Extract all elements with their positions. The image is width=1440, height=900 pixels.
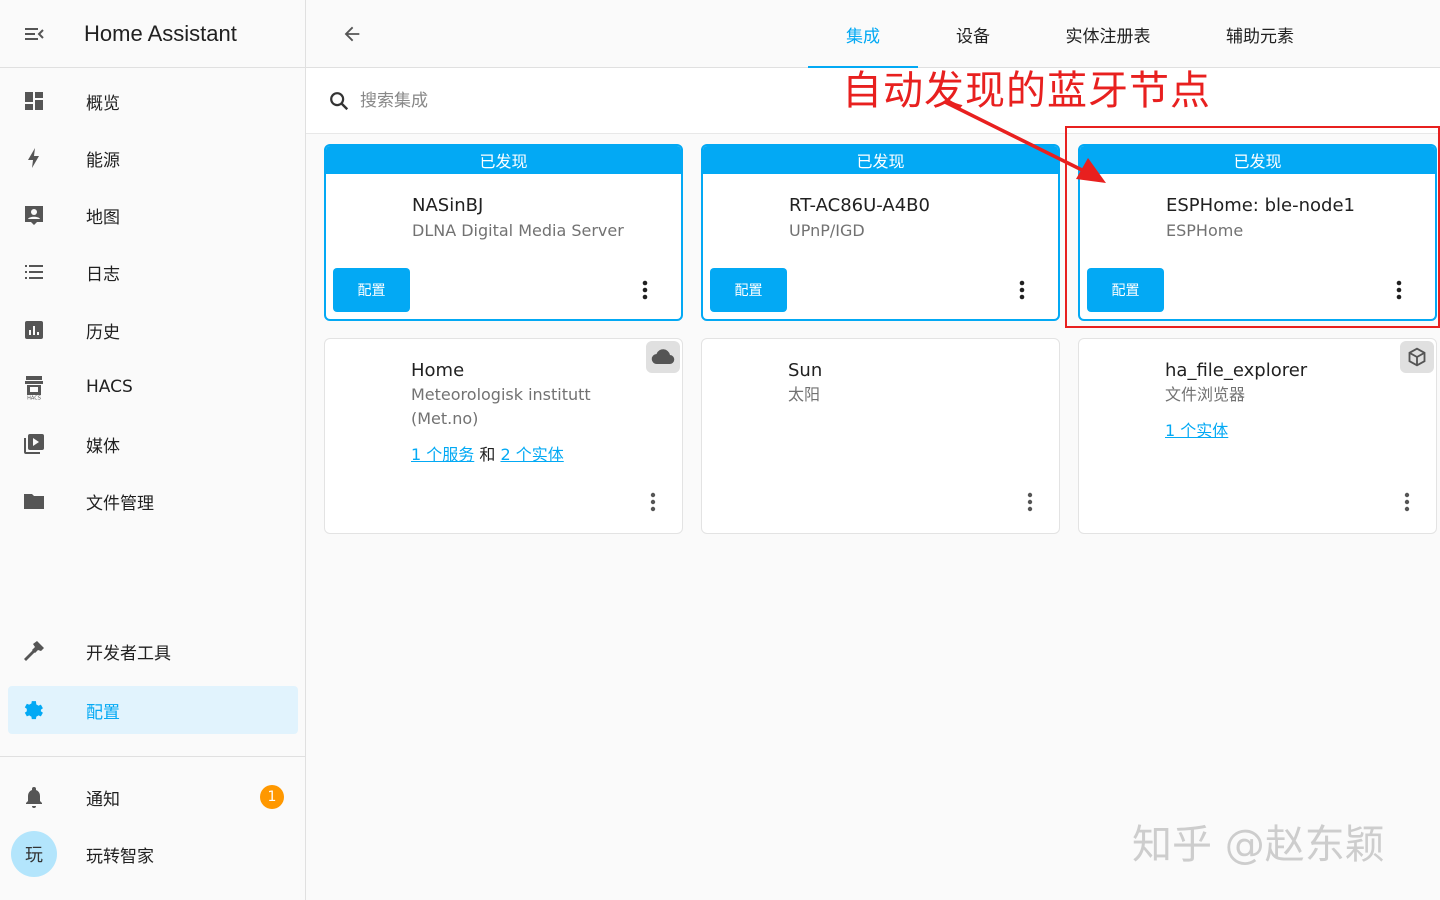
- package-icon: [1408, 347, 1426, 367]
- annotation-label: 自动发现的蓝牙节点: [842, 68, 1211, 114]
- card-subtitle: 文件浏览器: [1165, 385, 1246, 404]
- notification-count-badge: 1: [260, 785, 284, 809]
- sidebar-item-notifications[interactable]: 通知 1: [8, 773, 298, 821]
- sidebar-item-energy[interactable]: 能源: [8, 134, 298, 182]
- lightning-icon: [28, 148, 39, 168]
- map-account-icon: [25, 206, 43, 225]
- sidebar-item-label: HACS: [86, 377, 133, 397]
- sidebar-item-user[interactable]: 玩 玩转智家: [8, 830, 298, 878]
- card-subtitle: Meteorologisk institutt (Met.no): [411, 385, 591, 428]
- sidebar-divider: [0, 756, 305, 757]
- sidebar-item-map[interactable]: 地图: [8, 191, 298, 239]
- sidebar-item-label: 地图: [86, 207, 120, 228]
- discovered-card-router: 已发现 RT-AC86U-A4B0 UPnP/IGD 配置: [701, 144, 1060, 321]
- chart-box-icon: [25, 321, 43, 339]
- menu-collapse-icon: [25, 27, 44, 40]
- overflow-menu-button[interactable]: [1010, 278, 1034, 302]
- tab-label: 集成: [846, 26, 880, 47]
- dots-vertical-icon: [650, 492, 656, 512]
- tab-label: 辅助元素: [1226, 26, 1294, 47]
- card-links: 1 个实体: [1165, 417, 1228, 441]
- entities-link[interactable]: 1 个实体: [1165, 421, 1228, 440]
- hammer-icon: [24, 641, 44, 661]
- sidebar-item-label: 通知: [86, 789, 120, 810]
- arrow-left-icon: [344, 26, 360, 42]
- entities-link[interactable]: 2 个实体: [500, 445, 563, 464]
- sidebar-item-configuration[interactable]: 配置: [8, 686, 298, 734]
- menu-toggle-button[interactable]: [0, 0, 68, 68]
- card-title: Sun: [788, 360, 823, 381]
- sidebar-item-label: 开发者工具: [86, 643, 171, 664]
- card-title: Home: [411, 360, 465, 381]
- configure-button[interactable]: 配置: [333, 268, 410, 312]
- sidebar-item-label: 历史: [86, 322, 120, 343]
- user-name: 玩转智家: [86, 846, 154, 867]
- app-title: Home Assistant: [84, 20, 237, 46]
- sidebar-header: Home Assistant: [0, 0, 305, 68]
- annotation-highlight-box: [1065, 126, 1440, 328]
- configure-button[interactable]: 配置: [710, 268, 787, 312]
- sidebar-item-overview[interactable]: 概览: [8, 77, 298, 125]
- card-title: NASinBJ: [412, 195, 484, 216]
- overflow-menu-button[interactable]: [1395, 490, 1419, 514]
- sidebar-item-media[interactable]: 媒体: [8, 420, 298, 468]
- card-title: RT-AC86U-A4B0: [789, 195, 930, 216]
- tab-label: 实体注册表: [1065, 26, 1151, 47]
- gear-icon: [24, 701, 43, 720]
- services-link[interactable]: 1 个服务: [411, 445, 474, 464]
- dots-vertical-icon: [1404, 492, 1410, 512]
- integration-card-met: Home Meteorologisk institutt (Met.no) 1 …: [324, 338, 683, 534]
- overflow-menu-button[interactable]: [633, 278, 657, 302]
- sidebar-item-label: 日志: [86, 264, 120, 285]
- dots-vertical-icon: [1027, 492, 1033, 512]
- hacs-icon: HACS: [25, 376, 43, 401]
- card-title: ha_file_explorer: [1165, 360, 1308, 381]
- card-subtitle: 太阳: [788, 385, 821, 404]
- sidebar-item-label: 能源: [86, 150, 120, 171]
- folder-icon: [24, 494, 44, 509]
- sidebar-item-developer-tools[interactable]: 开发者工具: [8, 627, 298, 675]
- sidebar-item-label: 媒体: [86, 436, 120, 457]
- search-icon: [330, 92, 349, 111]
- bell-icon: [26, 787, 42, 808]
- integration-card-file-explorer: ha_file_explorer 文件浏览器 1 个实体: [1078, 338, 1437, 534]
- watermark: 知乎 @赵东颖: [1132, 822, 1385, 868]
- overflow-menu-button[interactable]: [1018, 490, 1042, 514]
- sidebar-item-logbook[interactable]: 日志: [8, 248, 298, 296]
- sidebar-item-file-manager[interactable]: 文件管理: [8, 477, 298, 525]
- dots-vertical-icon: [1019, 280, 1025, 300]
- integration-card-sun: Sun 太阳: [701, 338, 1060, 534]
- card-subtitle: DLNA Digital Media Server: [412, 221, 624, 240]
- sidebar-item-label: 概览: [86, 93, 120, 114]
- overflow-menu-button[interactable]: [641, 490, 665, 514]
- sidebar-item-label: 配置: [86, 702, 120, 723]
- package-badge: [1400, 341, 1434, 373]
- sidebar-item-history[interactable]: 历史: [8, 306, 298, 354]
- list-icon: [25, 265, 43, 279]
- discovered-header: 已发现: [703, 146, 1058, 174]
- dots-vertical-icon: [642, 280, 648, 300]
- avatar: 玩: [11, 831, 57, 877]
- link-joiner: 和: [479, 445, 496, 464]
- play-box-multiple-icon: [24, 434, 44, 454]
- back-button[interactable]: [336, 18, 368, 50]
- cloud-badge: [646, 341, 680, 373]
- tab-helpers[interactable]: 辅助元素: [1200, 0, 1320, 68]
- sidebar-item-label: 文件管理: [86, 493, 154, 514]
- discovered-card-nasinbj: 已发现 NASinBJ DLNA Digital Media Server 配置: [324, 144, 683, 321]
- svg-text:HACS: HACS: [27, 396, 41, 401]
- dashboard-icon: [25, 92, 43, 110]
- sidebar-item-hacs[interactable]: HACS HACS: [8, 363, 298, 411]
- discovered-header: 已发现: [326, 146, 681, 174]
- sidebar: Home Assistant 概览 能源 地图 日志 历史 HACS HACS …: [0, 0, 306, 900]
- card-links: 1 个服务 和 2 个实体: [411, 441, 564, 465]
- tab-label: 设备: [956, 26, 990, 47]
- cloud-icon: [651, 349, 675, 365]
- card-subtitle: UPnP/IGD: [789, 221, 865, 240]
